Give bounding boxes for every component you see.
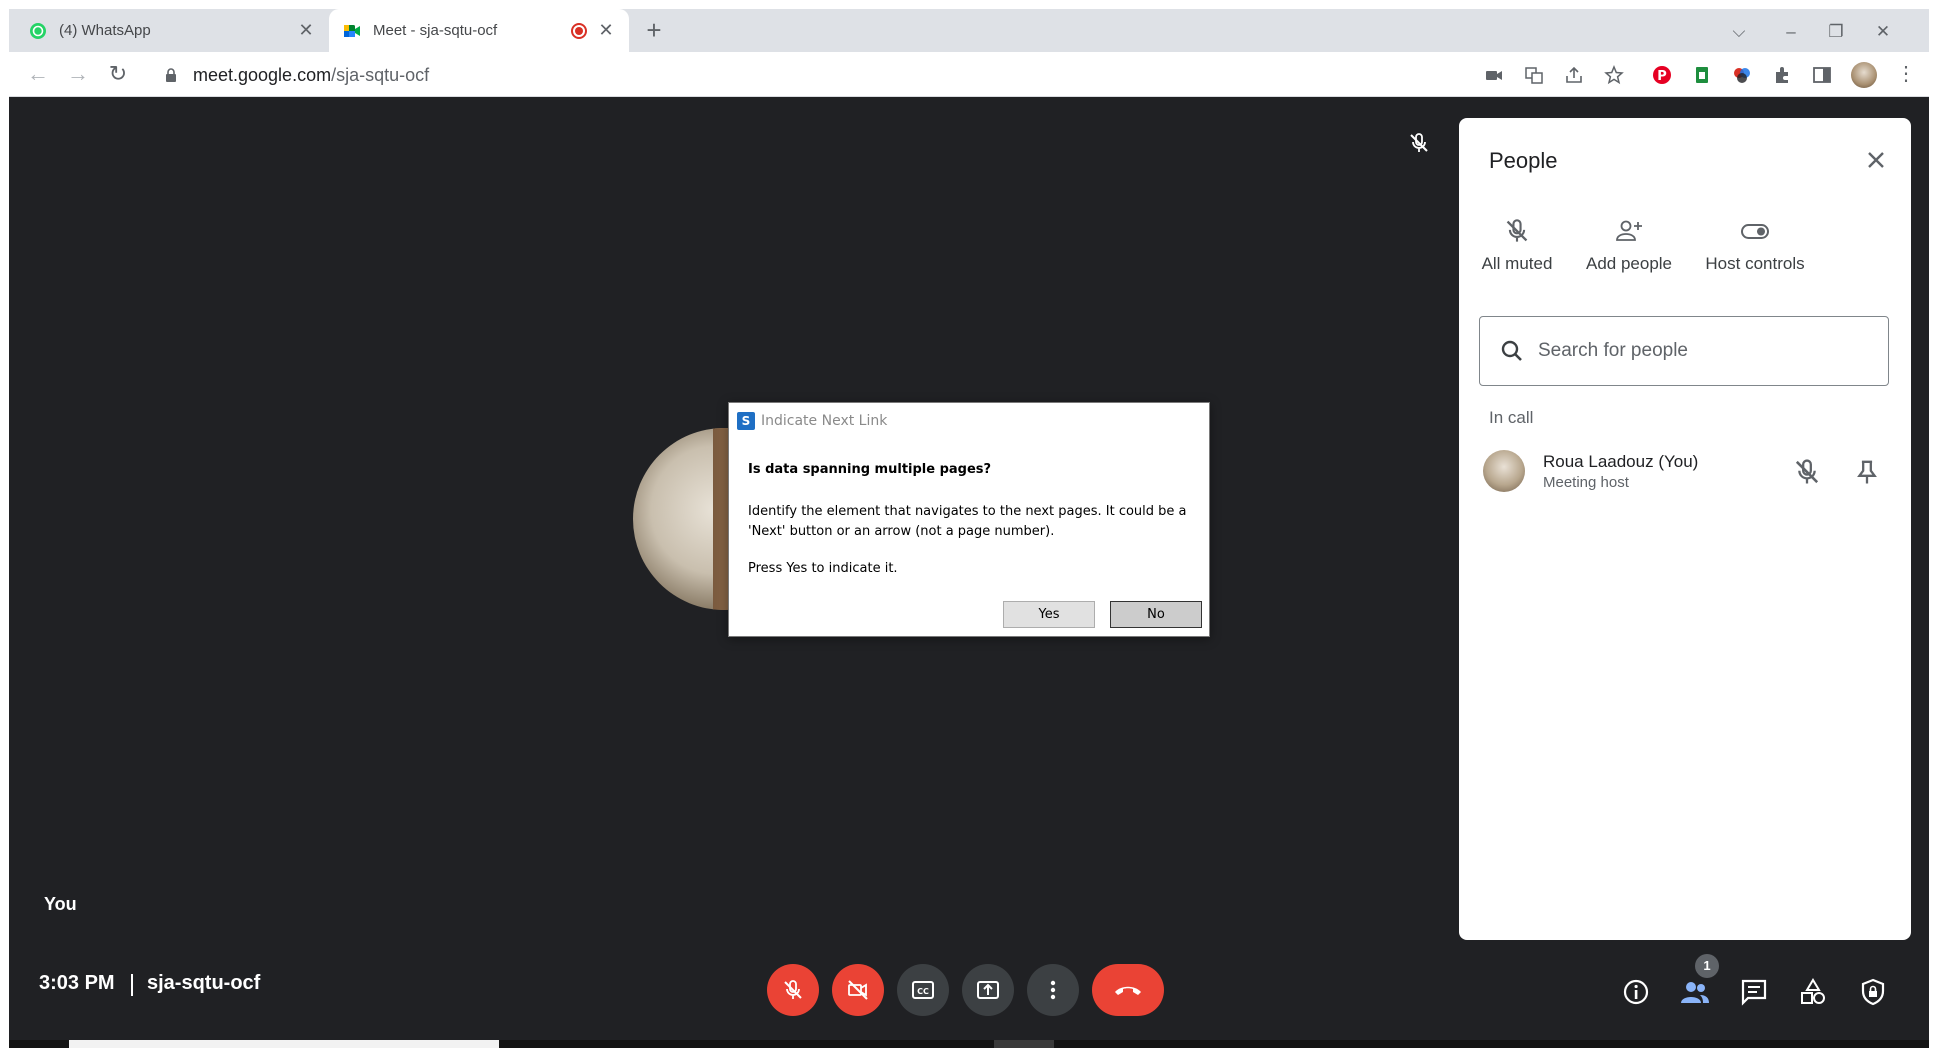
reload-icon[interactable]: ↻ bbox=[105, 62, 131, 88]
toggle-icon bbox=[1741, 224, 1769, 239]
pin-icon[interactable] bbox=[1853, 458, 1881, 486]
taskbar-item[interactable] bbox=[69, 1040, 499, 1048]
camera-off-icon bbox=[848, 980, 868, 1000]
mic-off-icon[interactable] bbox=[1793, 458, 1821, 486]
section-label: In call bbox=[1489, 408, 1534, 427]
dialog-body: Identify the element that navigates to t… bbox=[748, 504, 1187, 539]
whatsapp-icon bbox=[30, 22, 46, 39]
svg-text:CC: CC bbox=[917, 987, 929, 996]
chat-icon bbox=[1741, 979, 1767, 1006]
dialog-question: Is data spanning multiple pages? bbox=[748, 462, 992, 477]
indicate-next-link-dialog: S Indicate Next Link Is data spanning mu… bbox=[728, 402, 1210, 637]
url-path: /sja-sqtu-ocf bbox=[331, 64, 430, 85]
info-icon bbox=[1623, 979, 1649, 1005]
action-label: Add people bbox=[1585, 254, 1673, 273]
dialog-title: Indicate Next Link bbox=[761, 413, 888, 429]
panel-title: People bbox=[1489, 148, 1558, 173]
tile-name-label: You bbox=[44, 894, 77, 914]
meeting-code: sja-sqtu-ocf bbox=[147, 972, 261, 994]
tab-title: (4) WhatsApp bbox=[59, 22, 151, 39]
toggle-mic-button[interactable] bbox=[767, 964, 819, 1016]
meeting-clock: 3:03 PM bbox=[39, 972, 115, 994]
present-screen-button[interactable] bbox=[962, 964, 1014, 1016]
search-people-input[interactable] bbox=[1538, 340, 1868, 362]
search-people-field[interactable] bbox=[1479, 316, 1889, 386]
activities-button[interactable] bbox=[1798, 977, 1828, 1007]
more-vert-icon bbox=[1050, 980, 1056, 1000]
svg-text:P: P bbox=[1657, 69, 1667, 84]
browser-toolbar: ← → ↻ meet.google.com/sja-sqtu-ocf P ⋮ bbox=[9, 52, 1929, 97]
taskbar-item[interactable] bbox=[994, 1040, 1054, 1048]
tab-title: Meet - sja-sqtu-ocf bbox=[373, 22, 498, 39]
closed-captions-icon: CC bbox=[912, 981, 934, 999]
mic-off-icon bbox=[784, 980, 802, 999]
toggle-camera-button[interactable] bbox=[832, 964, 884, 1016]
google-meet-icon bbox=[344, 24, 360, 37]
mic-off-icon bbox=[1410, 133, 1428, 152]
back-icon[interactable]: ← bbox=[25, 62, 51, 88]
restore-icon[interactable]: ❐ bbox=[1824, 21, 1848, 45]
search-icon bbox=[1501, 340, 1522, 361]
tab-search-icon[interactable]: ⌵ bbox=[1727, 21, 1751, 45]
close-tab-icon[interactable]: ✕ bbox=[297, 21, 315, 39]
participant-count-badge: 1 bbox=[1695, 954, 1719, 978]
shield-lock-icon bbox=[1861, 978, 1885, 1006]
captions-button[interactable]: CC bbox=[897, 964, 949, 1016]
tab-whatsapp[interactable]: (4) WhatsApp ✕ bbox=[29, 9, 329, 52]
app-icon: S bbox=[737, 412, 755, 430]
side-panel-icon[interactable] bbox=[1811, 64, 1833, 86]
mic-off-icon bbox=[1506, 219, 1528, 242]
tab-meet[interactable]: Meet - sja-sqtu-ocf ✕ bbox=[329, 9, 629, 52]
profile-avatar[interactable] bbox=[1851, 62, 1877, 88]
forward-icon[interactable]: → bbox=[65, 62, 91, 88]
avatar bbox=[1483, 450, 1525, 492]
leave-call-button[interactable] bbox=[1092, 964, 1164, 1016]
no-button[interactable]: No bbox=[1110, 601, 1202, 628]
present-screen-icon bbox=[977, 981, 999, 999]
divider bbox=[131, 974, 133, 996]
recording-icon bbox=[571, 23, 587, 39]
minimize-icon[interactable]: – bbox=[1779, 21, 1803, 45]
participant-role: Meeting host bbox=[1543, 474, 1629, 491]
new-tab-button[interactable]: + bbox=[641, 17, 667, 44]
close-icon[interactable] bbox=[1861, 145, 1891, 175]
extensions-puzzle-icon[interactable] bbox=[1771, 64, 1793, 86]
url-host: meet.google.com bbox=[193, 64, 332, 85]
menu-kebab-icon[interactable]: ⋮ bbox=[1893, 62, 1919, 88]
sheets-extension-icon[interactable] bbox=[1691, 64, 1713, 86]
address-bar[interactable]: meet.google.com/sja-sqtu-ocf bbox=[151, 58, 1646, 92]
close-tab-icon[interactable]: ✕ bbox=[597, 21, 615, 39]
meeting-details-button[interactable] bbox=[1621, 977, 1651, 1007]
participant-row[interactable]: Roua Laadouz (You) Meeting host bbox=[1483, 448, 1893, 498]
hang-up-icon bbox=[1115, 986, 1141, 995]
action-label: All muted bbox=[1481, 254, 1553, 273]
share-icon[interactable] bbox=[1563, 64, 1585, 86]
color-extension-icon[interactable] bbox=[1731, 64, 1753, 86]
add-people-button[interactable]: Add people bbox=[1559, 218, 1699, 274]
star-icon[interactable] bbox=[1603, 64, 1625, 86]
tab-strip: (4) WhatsApp ✕ Meet - sja-sqtu-ocf ✕ + ⌵… bbox=[9, 9, 1929, 52]
host-controls-toggle-button[interactable]: Host controls bbox=[1685, 218, 1825, 274]
taskbar bbox=[9, 1040, 1929, 1048]
host-controls-button[interactable] bbox=[1858, 977, 1888, 1007]
chat-button[interactable] bbox=[1739, 977, 1769, 1007]
activities-icon bbox=[1801, 978, 1825, 1004]
people-panel: People All muted Add people Host control… bbox=[1459, 118, 1911, 940]
yes-button[interactable]: Yes bbox=[1003, 601, 1095, 628]
pinterest-icon[interactable]: P bbox=[1651, 64, 1673, 86]
translate-icon[interactable] bbox=[1523, 64, 1545, 86]
dialog-titlebar: S Indicate Next Link bbox=[737, 411, 887, 431]
people-icon bbox=[1681, 982, 1709, 1003]
action-label: Host controls bbox=[1705, 254, 1805, 273]
lock-icon bbox=[166, 68, 176, 82]
participant-name: Roua Laadouz (You) bbox=[1543, 452, 1699, 471]
more-options-button[interactable] bbox=[1027, 964, 1079, 1016]
add-person-icon bbox=[1616, 220, 1642, 241]
window-close-icon[interactable]: ✕ bbox=[1871, 21, 1895, 45]
camera-icon[interactable] bbox=[1483, 64, 1505, 86]
show-everyone-button[interactable] bbox=[1680, 977, 1710, 1007]
dialog-instruction: Press Yes to indicate it. bbox=[748, 561, 898, 576]
